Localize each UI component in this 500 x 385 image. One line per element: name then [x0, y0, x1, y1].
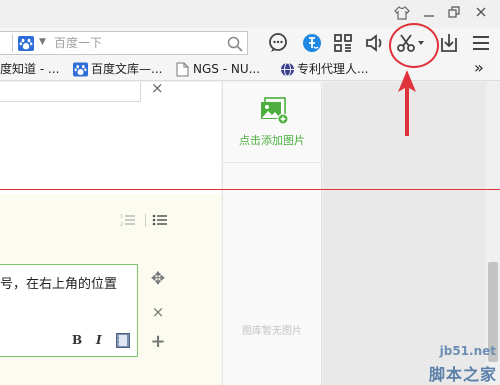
remove-block-icon[interactable]: ×	[150, 304, 166, 320]
format-toolbar: B I	[64, 329, 134, 351]
speaker-icon[interactable]	[364, 32, 386, 54]
watermark: jb51.net 脚本之家	[402, 336, 500, 385]
add-image-button[interactable]: 点击添加图片	[223, 82, 321, 162]
engine-dropdown-icon[interactable]: ▼	[39, 37, 46, 47]
gallery-empty-label: 图库暂无图片	[242, 326, 302, 337]
watermark-site: jb51.net	[439, 344, 496, 358]
toolbar-separator	[145, 214, 146, 227]
highlight-circle	[389, 23, 439, 68]
bookmark-item[interactable]: 百度文库—...	[91, 61, 162, 78]
text-content: 号，在右上角的位置	[0, 277, 118, 292]
add-image-label: 点击添加图片	[239, 134, 305, 147]
document-icon	[176, 62, 189, 77]
bookmark-item[interactable]: NGS - NU...	[193, 61, 260, 78]
search-icon[interactable]	[227, 36, 243, 52]
svg-text:2: 2	[120, 222, 123, 227]
bold-button[interactable]: B	[72, 333, 82, 347]
red-arrow-annotation	[398, 70, 416, 136]
restore-button[interactable]	[445, 5, 463, 23]
watermark-name: 脚本之家	[428, 365, 497, 384]
image-gallery-panel: 点击添加图片 图库暂无图片	[222, 82, 322, 385]
skin-icon[interactable]	[393, 5, 411, 23]
image-insert-icon[interactable]	[116, 333, 130, 348]
close-window-button[interactable]	[472, 5, 490, 23]
red-guide-line	[0, 189, 500, 190]
editor-panel: × 1 2 号，在右上角的位置 B I ✥ × +	[0, 81, 221, 385]
close-icon[interactable]: ×	[151, 81, 164, 96]
search-bar: ▼	[0, 31, 248, 55]
gallery-divider	[223, 162, 321, 163]
baidu-paw-icon	[73, 62, 88, 77]
text-block[interactable]: 号，在右上角的位置 B I	[0, 264, 138, 357]
editor-block-top[interactable]	[0, 82, 141, 102]
title-bar	[0, 0, 500, 28]
svg-text:1: 1	[120, 214, 123, 220]
move-icon[interactable]: ✥	[150, 271, 166, 288]
search-divider	[12, 34, 13, 52]
coupon-icon[interactable]	[301, 32, 323, 54]
numbered-list-icon[interactable]: 1 2	[120, 213, 136, 227]
download-icon[interactable]	[438, 32, 460, 54]
bullet-list-icon[interactable]	[152, 213, 168, 227]
globe-icon	[281, 62, 294, 77]
apps-grid-icon[interactable]	[332, 32, 354, 54]
add-block-icon[interactable]: +	[150, 333, 166, 351]
bookmarks-overflow-button[interactable]: »	[474, 59, 484, 76]
chat-icon[interactable]	[267, 32, 289, 54]
baidu-paw-icon[interactable]	[18, 36, 34, 51]
add-picture-icon	[261, 97, 289, 125]
search-input[interactable]	[54, 34, 219, 52]
italic-button[interactable]: I	[96, 333, 102, 347]
menu-icon[interactable]	[470, 32, 492, 54]
bookmark-item[interactable]: 专利代理人...	[297, 61, 368, 78]
bookmark-item[interactable]: 度知道 - ...	[0, 61, 59, 78]
minimize-button[interactable]	[420, 5, 438, 23]
